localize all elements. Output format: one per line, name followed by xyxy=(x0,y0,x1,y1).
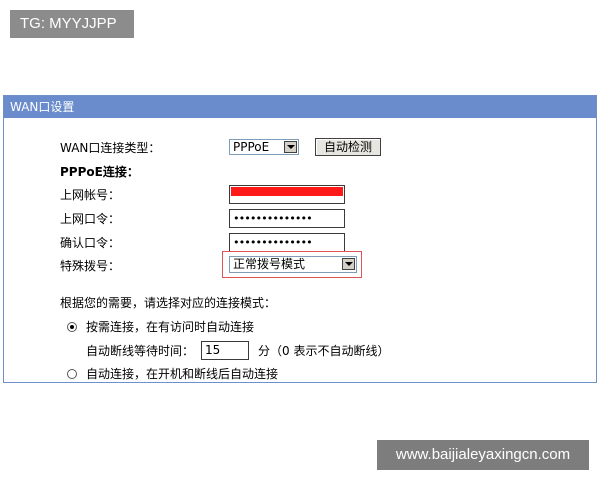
on-demand-radio[interactable] xyxy=(67,322,77,332)
on-demand-label: 按需连接，在有访问时自动连接 xyxy=(86,320,255,334)
special-dial-label: 特殊拨号： xyxy=(60,259,121,273)
wan-type-value: PPPoE xyxy=(233,140,270,154)
password-label: 上网口令： xyxy=(60,212,121,226)
username-label: 上网帐号： xyxy=(60,188,121,202)
special-dial-select[interactable]: 正常拨号模式 xyxy=(229,256,357,273)
confirm-password-field[interactable]: •••••••••••••• xyxy=(229,233,345,252)
auto-connect-radio[interactable] xyxy=(67,369,77,379)
wan-type-select[interactable]: PPPoE xyxy=(229,139,299,155)
connection-mode-prompt: 根据您的需要，请选择对应的连接模式： xyxy=(60,296,277,310)
auto-connect-label: 自动连接，在开机和断线后自动连接 xyxy=(86,367,279,381)
idle-time-unit: 分（0 表示不自动断线） xyxy=(258,344,390,358)
idle-time-label: 自动断线等待时间： xyxy=(86,344,195,358)
wan-type-label: WAN口连接类型： xyxy=(60,141,161,155)
watermark-bottom: www.baijialeyaxingcn.com xyxy=(377,440,589,470)
special-dial-value: 正常拨号模式 xyxy=(233,257,306,271)
auto-detect-button[interactable]: 自动检测 xyxy=(315,138,381,156)
idle-time-field[interactable]: 15 xyxy=(201,341,249,360)
username-field[interactable] xyxy=(229,185,345,204)
wan-settings-panel: WAN口设置 WAN口连接类型： PPPoE 自动检测 PPPoE连接： 上网帐… xyxy=(3,95,597,383)
chevron-down-icon[interactable] xyxy=(284,141,297,153)
password-field[interactable]: •••••••••••••• xyxy=(229,209,345,228)
pppoe-heading: PPPoE连接： xyxy=(60,165,139,179)
chevron-down-icon[interactable] xyxy=(342,258,355,270)
redaction-bar xyxy=(231,187,343,196)
panel-title: WAN口设置 xyxy=(4,96,596,118)
watermark-top: TG: MYYJJPP xyxy=(10,10,134,38)
confirm-password-label: 确认口令： xyxy=(60,236,121,250)
